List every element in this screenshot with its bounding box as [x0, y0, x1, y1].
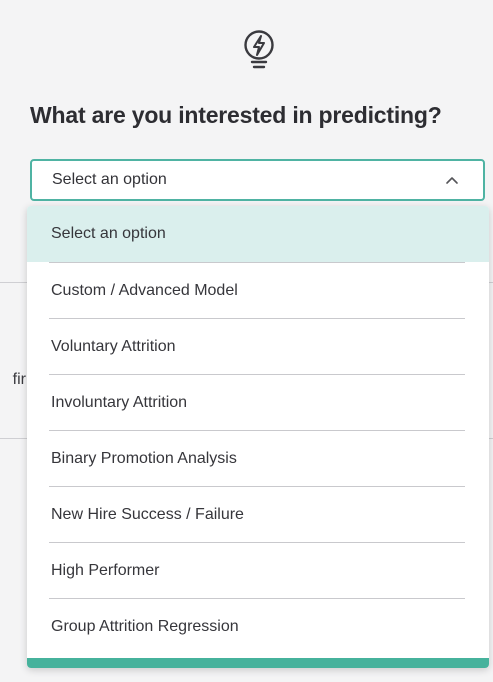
option-group-attrition-regression[interactable]: Group Attrition Regression [27, 599, 489, 655]
option-select-an-option[interactable]: Select an option [27, 206, 489, 262]
dropdown-menu: Select an option Custom / Advanced Model… [27, 206, 489, 668]
option-involuntary-attrition[interactable]: Involuntary Attrition [27, 375, 489, 431]
chevron-up-icon[interactable] [445, 175, 459, 185]
option-new-hire-success-failure[interactable]: New Hire Success / Failure [27, 487, 489, 543]
lightbulb-bolt-icon [244, 30, 274, 69]
background-divider [489, 282, 493, 283]
background-divider [0, 282, 28, 283]
option-binary-promotion-analysis[interactable]: Binary Promotion Analysis [27, 431, 489, 487]
select-value: Select an option [52, 171, 167, 188]
prediction-select[interactable]: Select an option [30, 159, 485, 201]
option-high-performer[interactable]: High Performer [27, 543, 489, 599]
page-title: What are you interested in predicting? [30, 102, 442, 128]
menu-bottom-bar [27, 658, 489, 668]
prediction-type-panel: What are you interested in predicting? f… [0, 0, 493, 682]
option-voluntary-attrition[interactable]: Voluntary Attrition [27, 319, 489, 375]
background-text-fragment: fir [12, 371, 26, 388]
background-divider [0, 438, 28, 439]
option-custom-advanced-model[interactable]: Custom / Advanced Model [27, 263, 489, 319]
background-divider [489, 438, 493, 439]
